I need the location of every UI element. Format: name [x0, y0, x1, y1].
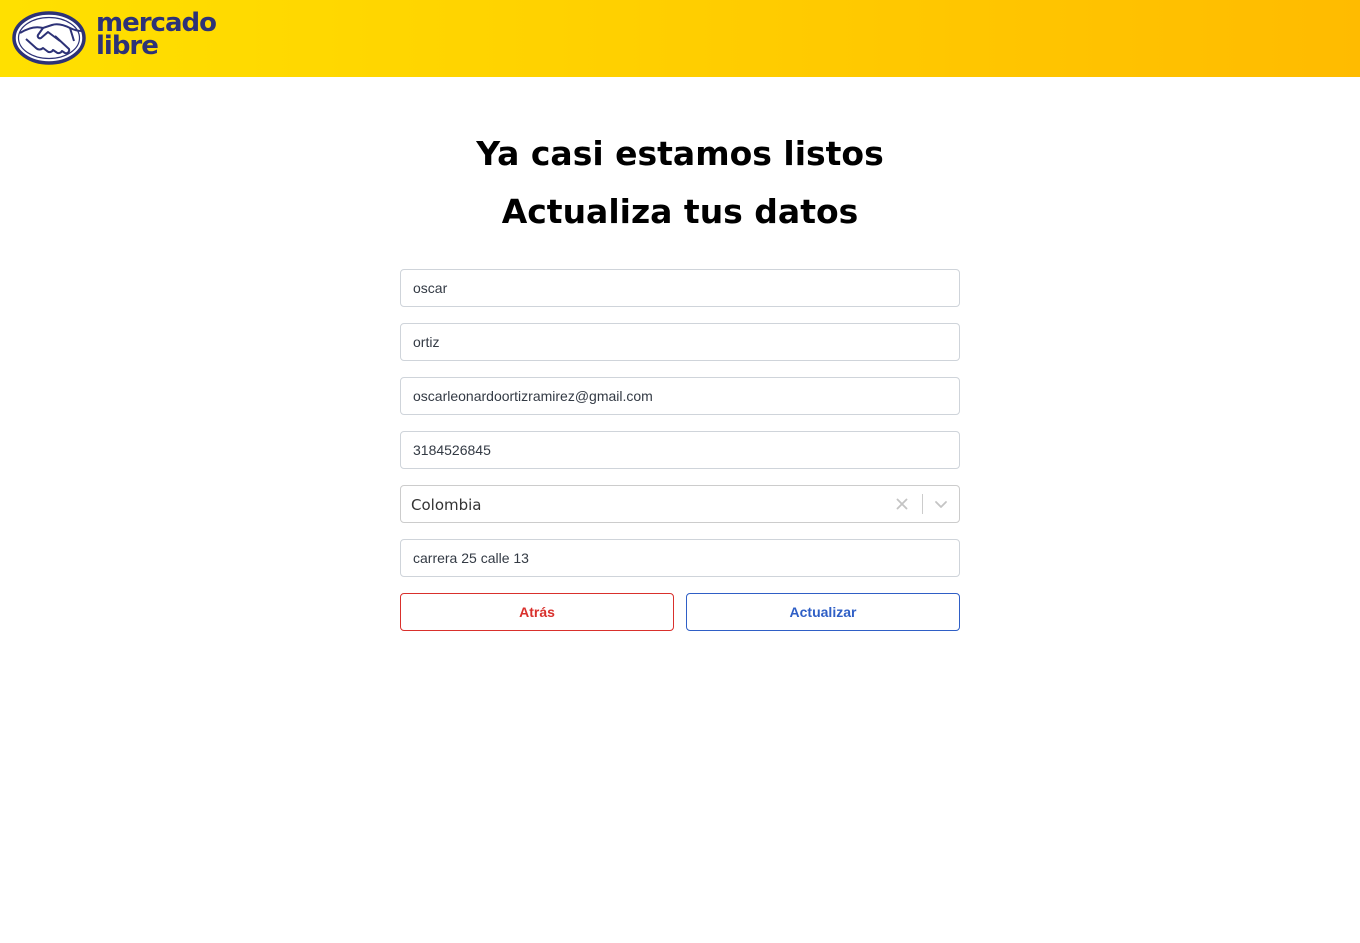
page-subtitle: Actualiza tus datos — [501, 192, 859, 231]
update-data-form: Colombia Atrás Actualizar — [400, 269, 960, 631]
close-icon[interactable] — [893, 495, 911, 513]
phone-input[interactable] — [400, 431, 960, 469]
form-actions: Atrás Actualizar — [400, 593, 960, 631]
handshake-icon — [12, 11, 86, 65]
logo-wordmark: mercado libre — [96, 10, 217, 61]
page-title: Ya casi estamos listos — [476, 134, 884, 173]
mercadolibre-logo[interactable]: mercado libre — [12, 10, 217, 67]
email-input[interactable] — [400, 377, 960, 415]
address-input[interactable] — [400, 539, 960, 577]
update-button[interactable]: Actualizar — [686, 593, 960, 631]
country-select[interactable]: Colombia — [400, 485, 960, 523]
back-button[interactable]: Atrás — [400, 593, 674, 631]
last-name-input[interactable] — [400, 323, 960, 361]
first-name-input[interactable] — [400, 269, 960, 307]
top-header: mercado libre — [0, 0, 1360, 77]
chevron-down-icon[interactable] — [932, 495, 950, 513]
select-separator — [922, 494, 923, 514]
logo-text-libre: libre — [96, 31, 159, 61]
country-select-value: Colombia — [411, 496, 482, 514]
